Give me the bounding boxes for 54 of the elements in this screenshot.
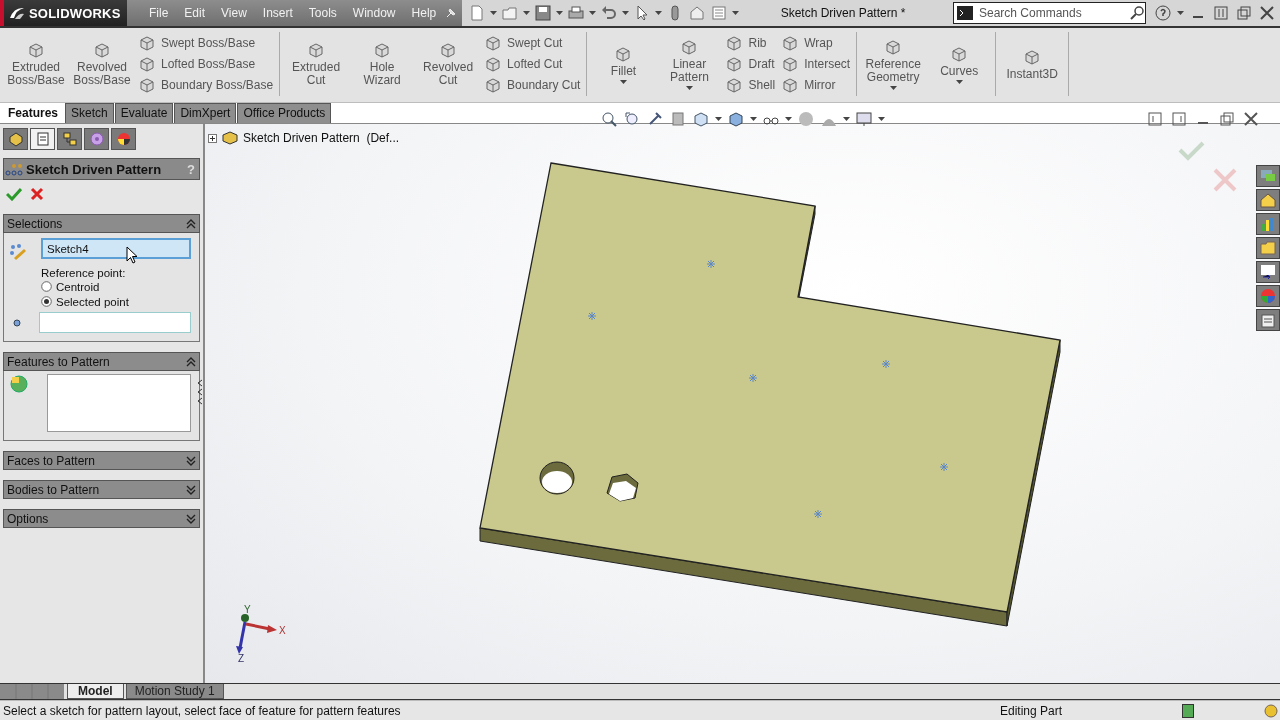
ribbon-button[interactable]: Extruded Cut (286, 32, 347, 96)
model-tab[interactable]: Model (67, 684, 124, 699)
ribbon-button[interactable]: Boundary Boss/Base (138, 74, 274, 96)
ribbon-button[interactable]: Curves (929, 32, 990, 96)
axis-label: X (279, 625, 286, 636)
axis-label: Z (238, 653, 245, 664)
menu-item[interactable]: Edit (176, 6, 214, 20)
ribbon-button[interactable]: Draft (725, 53, 776, 75)
radio-option[interactable]: Selected point (41, 294, 191, 309)
search-field[interactable]: Search Commands (953, 2, 1146, 24)
ribbon-button[interactable]: Rib (725, 32, 776, 54)
ribbon-button[interactable]: Intersect (781, 53, 851, 75)
ribbon-button[interactable]: Hole Wizard (352, 32, 413, 96)
menu-item[interactable]: Window (344, 6, 404, 20)
model-tab[interactable]: Motion Study 1 (125, 684, 224, 699)
ribbon-button[interactable]: Fillet (593, 32, 654, 96)
axis-label: Y (244, 604, 251, 615)
menu-item[interactable]: Insert (254, 6, 301, 20)
ribbon-button[interactable]: Extruded Boss/Base (6, 32, 66, 96)
command-tab[interactable]: Sketch (65, 103, 114, 123)
command-tab[interactable]: DimXpert (174, 103, 237, 123)
section-header[interactable]: Options (3, 509, 200, 528)
ribbon-button[interactable]: Reference Geometry (863, 32, 924, 96)
ribbon-button[interactable]: Revolved Boss/Base (72, 32, 132, 96)
tree-item[interactable]: Sketch Driven Pattern (Def... (243, 131, 400, 145)
ribbon-button[interactable]: Swept Cut (484, 32, 581, 54)
ribbon-button[interactable]: Shell (725, 74, 776, 96)
status-mode: Editing Part (999, 703, 1062, 718)
ribbon-button[interactable]: Swept Boss/Base (138, 32, 274, 54)
ribbon-button[interactable]: Boundary Cut (484, 74, 581, 96)
ribbon-button[interactable]: Revolved Cut (418, 32, 479, 96)
menu-item[interactable]: Help (403, 6, 445, 20)
document-title: Sketch Driven Pattern * (779, 6, 907, 20)
sketch-field[interactable]: Sketch4 (41, 238, 191, 259)
ribbon-button[interactable]: Lofted Cut (484, 53, 581, 75)
brand-name: SOLIDWORKS (29, 5, 121, 21)
ribbon-button[interactable]: Mirror (781, 74, 851, 96)
ribbon-button[interactable]: Wrap (781, 32, 851, 54)
field-label: Reference point: (41, 267, 127, 279)
status-message: Select a sketch for pattern layout, select face of feature for pattern features (3, 703, 402, 718)
section-header[interactable]: Faces to Pattern (3, 451, 200, 470)
section-header[interactable]: Bodies to Pattern (3, 480, 200, 499)
section-header[interactable]: Selections (3, 214, 200, 233)
ribbon-button[interactable]: Instant3D (1002, 32, 1063, 96)
section-header[interactable]: Features to Pattern (3, 352, 200, 371)
command-tab[interactable]: Office Products (237, 103, 332, 123)
menu-item[interactable]: View (213, 6, 255, 20)
menu-item[interactable]: Tools (300, 6, 345, 20)
property-manager-title: Sketch Driven Pattern ? (3, 158, 200, 180)
command-tab[interactable]: Evaluate (114, 103, 174, 123)
ribbon-button[interactable]: Linear Pattern (659, 32, 720, 96)
radio-option[interactable]: Centroid (41, 279, 191, 294)
menu-item[interactable]: File (141, 6, 177, 20)
ribbon-button[interactable]: Lofted Boss/Base (138, 53, 274, 75)
